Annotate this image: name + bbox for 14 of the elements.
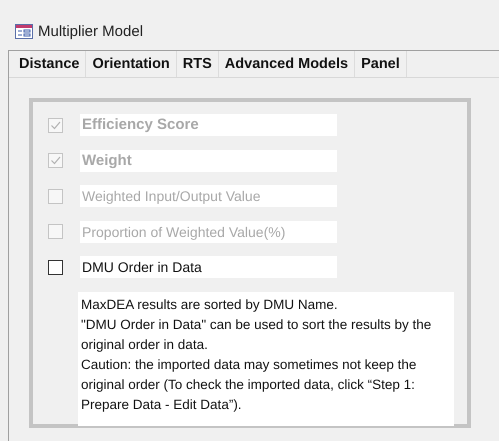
- tab[interactable]: Panel: [355, 51, 407, 77]
- option-label: Efficiency Score: [80, 114, 337, 136]
- option-label: Weighted Input/Output Value: [80, 185, 337, 207]
- tab[interactable]: Distance: [13, 51, 86, 77]
- window-title: Multiplier Model: [38, 22, 144, 40]
- option-label: Proportion of Weighted Value(%): [80, 220, 337, 242]
- tab[interactable]: Advanced Models: [218, 51, 356, 77]
- note-text: MaxDEA results are sorted by DMU Name. "DMU Order in Data" can be used to sort the results by the original order in data. Caution: the imported data may sometimes not keep the original order (To check the imported data, click “Step 1: Prepare Data - Edit Data”).: [78, 292, 454, 426]
- form-icon: [15, 24, 33, 38]
- tab[interactable]: RTS: [176, 51, 219, 77]
- tab[interactable]: Orientation: [86, 51, 177, 77]
- checkbox[interactable]: [48, 260, 63, 274]
- option-label: Weight: [80, 150, 337, 172]
- option-label: DMU Order in Data: [80, 256, 337, 278]
